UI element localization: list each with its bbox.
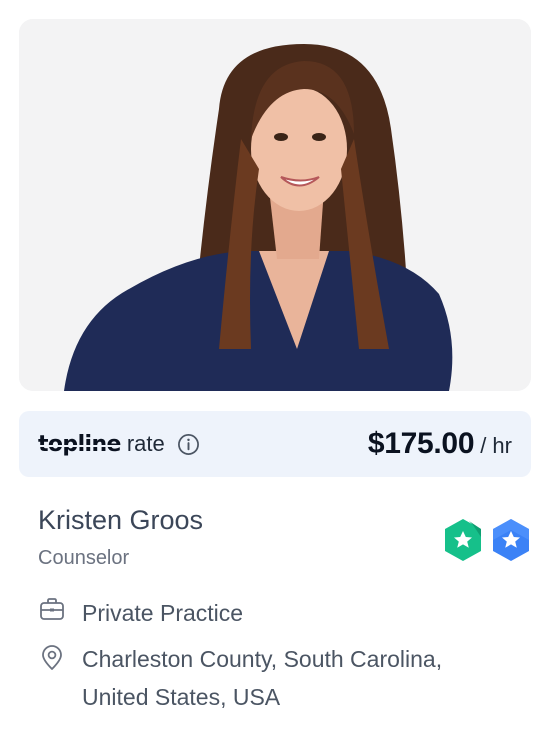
blue-hexagon-star-badge-icon[interactable] [490,517,532,563]
map-pin-icon [42,645,62,670]
practice-row: Private Practice [38,594,243,632]
profile-photo [19,19,531,391]
location-text: Charleston County, South Carolina, Unite… [82,646,443,710]
topline-logo-strike [38,444,121,447]
counselor-name[interactable]: Kristen Groos [38,505,203,536]
topline-logo: topline [38,432,121,457]
rate-label: rate [126,431,165,456]
rate-price-group: $175.00 / hr [368,427,512,461]
location-row: Charleston County, South Carolina, Unite… [38,640,508,716]
practice-text: Private Practice [82,600,244,626]
green-hexagon-star-badge-icon[interactable] [442,517,484,563]
counselor-portrait-image [19,19,531,391]
hourly-price: $175.00 [367,427,475,460]
briefcase-icon [40,598,64,620]
badge-group [442,517,532,563]
info-circle-icon[interactable] [177,433,200,456]
rate-label-group: topline rate [38,431,200,457]
price-unit: / hr [480,433,512,458]
counselor-role: Counselor [38,547,130,569]
topline-rate-bar: topline rate $175.00 / hr [19,411,531,477]
